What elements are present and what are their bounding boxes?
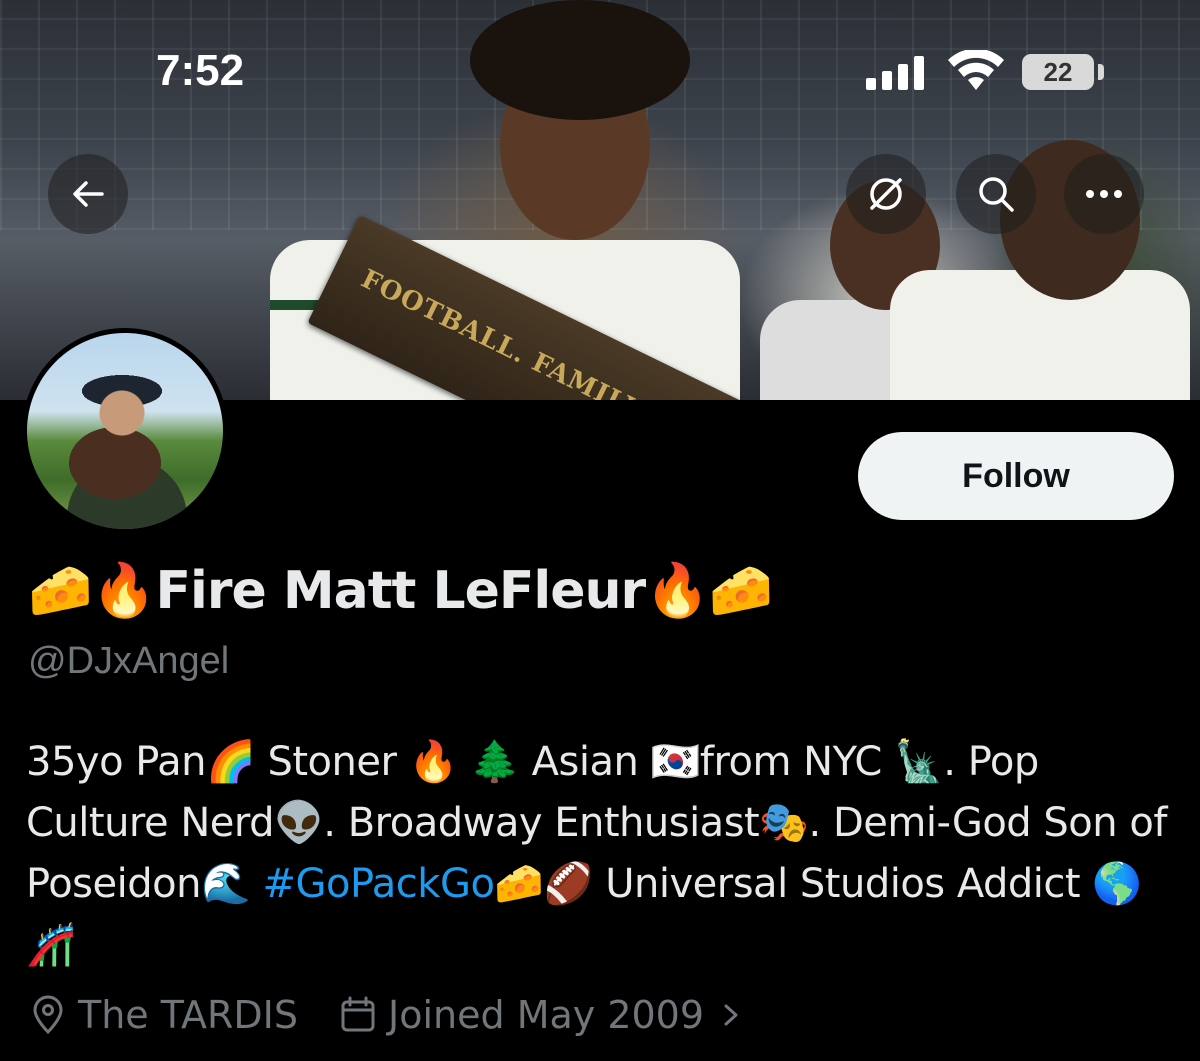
battery-tip xyxy=(1098,64,1104,80)
avatar-image xyxy=(27,333,223,529)
translate-button[interactable] xyxy=(846,154,926,234)
profile-handle: @DJxAngel xyxy=(28,640,230,682)
back-button[interactable] xyxy=(48,154,128,234)
calendar-icon xyxy=(341,996,375,1032)
search-button[interactable] xyxy=(956,154,1036,234)
more-button[interactable] xyxy=(1064,154,1144,234)
profile-meta: The TARDIS Joined May 2009 xyxy=(28,990,746,1040)
translate-slash-icon xyxy=(870,178,902,210)
status-bar: 7:52 22 xyxy=(0,0,1200,140)
search-icon xyxy=(979,177,1014,212)
joined-text: Joined May 2009 xyxy=(388,993,705,1037)
signal-icon xyxy=(866,56,924,90)
location-text: The TARDIS xyxy=(78,993,299,1037)
joined-item[interactable]: Joined May 2009 xyxy=(338,993,746,1037)
hashtag-link[interactable]: #GoPackGo xyxy=(262,861,494,907)
arrow-left-icon xyxy=(73,181,104,207)
more-dots-icon xyxy=(1086,190,1122,198)
location-item: The TARDIS xyxy=(28,993,298,1037)
status-time: 7:52 xyxy=(156,46,245,95)
follow-button[interactable]: Follow xyxy=(858,432,1174,520)
profile-bio: 35yo Pan🌈 Stoner 🔥 🌲 Asian 🇰🇷from NYC 🗽.… xyxy=(26,732,1186,976)
battery-indicator: 22 xyxy=(1022,54,1094,90)
location-pin-icon xyxy=(33,995,63,1035)
display-name: 🧀🔥Fire Matt LeFleur🔥🧀 xyxy=(28,561,774,621)
chevron-right-icon xyxy=(724,1004,738,1026)
avatar[interactable] xyxy=(22,328,228,534)
wifi-icon xyxy=(948,50,1004,90)
